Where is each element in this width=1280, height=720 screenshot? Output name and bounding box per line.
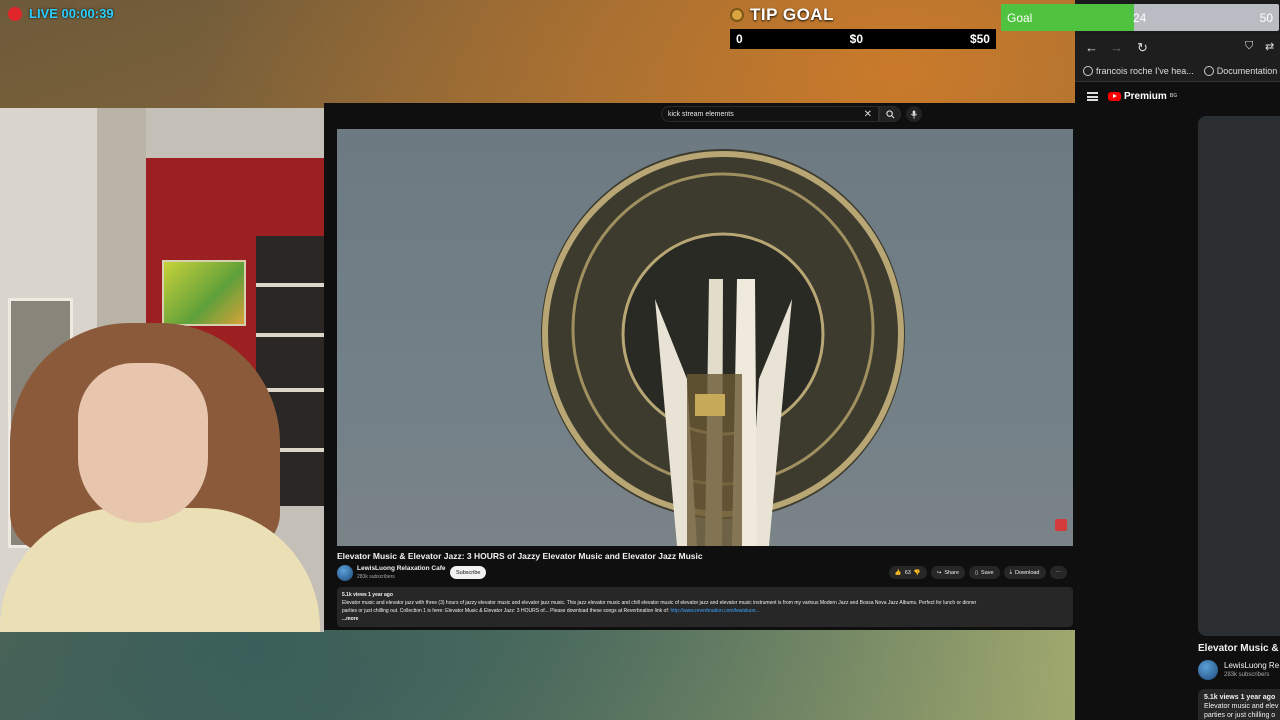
- side-channel-avatar[interactable]: [1198, 660, 1218, 680]
- globe-icon: [1203, 65, 1214, 76]
- bookmarks-bar: francois roche I've hea... Documentation…: [1075, 60, 1280, 82]
- share-button[interactable]: ↪ Share: [930, 566, 966, 579]
- search-input[interactable]: kick stream elements ✕: [661, 106, 879, 122]
- channel-row: LewisLuong Relaxation Cafe 283k subscrib…: [337, 564, 1073, 582]
- more-actions-button[interactable]: ⋯: [1049, 566, 1067, 579]
- side-channel-subs: 283k subscribers: [1224, 672, 1270, 678]
- description-line-2: parties or just chilling out. Collection…: [342, 607, 1068, 615]
- thumbs-down-icon[interactable]: 👎: [914, 570, 921, 576]
- side-video-player[interactable]: [1198, 116, 1280, 636]
- description-text: parties or just chilling out. Collection…: [342, 608, 444, 614]
- bookmark-label: Documentation —: [1216, 65, 1280, 76]
- bookmark-francois[interactable]: francois roche I've hea...: [1083, 65, 1194, 76]
- side-video-description[interactable]: 5.1k views 1 year ago Elevator music and…: [1198, 689, 1280, 720]
- forward-arrow-icon[interactable]: →: [1110, 40, 1123, 55]
- money-bag-icon: [730, 8, 744, 22]
- bookmark-icon: ▯: [975, 569, 979, 576]
- goal-label: Goal: [1007, 11, 1033, 25]
- subscribe-button[interactable]: Subscribe: [450, 566, 487, 579]
- streamer-face: [78, 363, 208, 523]
- download-label: Download: [1015, 569, 1040, 576]
- shield-icon[interactable]: ⛉: [1245, 40, 1253, 53]
- stream-elements-icon[interactable]: [1055, 519, 1067, 531]
- like-button[interactable]: 👍 63 👎: [888, 566, 927, 579]
- description-video-link[interactable]: Elevator Music & Elevator Jazz: 3 HOURS …: [445, 608, 549, 614]
- globe-icon: [1083, 65, 1093, 76]
- goal-progress-bar: Goal 24 50: [1001, 4, 1279, 31]
- share-icon: ↪: [936, 569, 942, 576]
- clear-search-icon[interactable]: ✕: [864, 109, 872, 120]
- side-desc-line-2: parties or just chilling o: [1204, 712, 1276, 719]
- menu-icon[interactable]: [1087, 91, 1098, 101]
- extensions-icon[interactable]: ⇄: [1265, 40, 1274, 53]
- search-query: kick stream elements: [668, 110, 734, 118]
- save-button[interactable]: ▯ Save: [969, 566, 1000, 579]
- bookmark-label: francois roche I've hea...: [1096, 65, 1194, 76]
- save-label: Save: [981, 569, 994, 576]
- channel-name[interactable]: LewisLuong Relaxation Cafe: [357, 565, 446, 572]
- download-button[interactable]: ⤓ Download: [1003, 566, 1046, 579]
- description-line-1: Elevator music and elevator jazz with th…: [342, 600, 977, 606]
- space-needle-frame: [541, 149, 905, 546]
- channel-avatar[interactable]: [337, 565, 353, 581]
- search-button[interactable]: [879, 106, 901, 122]
- like-count: 63: [904, 569, 911, 576]
- youtube-play-icon: [1108, 91, 1121, 101]
- search-icon: [885, 109, 894, 118]
- video-meta: 5.1k views 1 year ago: [342, 592, 393, 598]
- video-actions: 👍 63 👎 ↪ Share ▯ Save ⤓ Download ⋯: [888, 566, 1067, 579]
- premium-label: Premium: [1124, 90, 1167, 102]
- description-download-text: Please download these songs at Reverbnat…: [550, 608, 670, 614]
- side-channel-name[interactable]: LewisLuong Re: [1224, 661, 1279, 670]
- webcam-feed: [0, 108, 324, 632]
- more-dots-icon: ⋯: [1055, 569, 1062, 576]
- goal-target: 50: [1259, 11, 1273, 25]
- microphone-icon: [910, 109, 918, 119]
- tip-goal-middle: $0: [849, 32, 863, 46]
- browser-window: ← → ↻ ⛉ ⇄ francois roche I've hea... Doc…: [1075, 0, 1280, 720]
- tip-goal-widget: TIP GOAL 0 $0 $50: [730, 4, 996, 49]
- premium-country: BG: [1169, 93, 1178, 99]
- goal-current: 24: [1133, 11, 1147, 25]
- video-player[interactable]: [337, 129, 1073, 546]
- thumbs-up-icon: 👍: [894, 569, 902, 576]
- live-indicator: LIVE 00:00:39: [8, 6, 114, 21]
- reload-icon[interactable]: ↻: [1137, 40, 1148, 56]
- tip-goal-bar: 0 $0 $50: [730, 29, 996, 49]
- download-icon: ⤓: [1009, 569, 1013, 575]
- youtube-window: kick stream elements ✕ Elevator Music & …: [324, 103, 1075, 630]
- live-dot-icon: [8, 6, 22, 21]
- streamer: [0, 323, 320, 632]
- channel-subscribers: 283k subscribers: [357, 574, 395, 580]
- side-desc-line-1: Elevator music and elev: [1204, 703, 1279, 710]
- bookmark-documentation[interactable]: Documentation —: [1203, 65, 1280, 76]
- voice-search-button[interactable]: [906, 106, 922, 122]
- share-label: Share: [944, 569, 960, 576]
- show-more-link[interactable]: ...more: [342, 615, 1068, 623]
- side-video-meta: 5.1k views 1 year ago: [1204, 694, 1276, 701]
- live-timer: LIVE 00:00:39: [29, 6, 114, 21]
- youtube-header: Premium BG: [1075, 84, 1280, 108]
- description-url[interactable]: http://www.reverbnation.com/lewisluon...: [671, 608, 760, 614]
- tip-goal-title: TIP GOAL: [750, 5, 834, 24]
- wall-painting: [162, 260, 246, 326]
- tip-goal-right: $50: [969, 32, 990, 46]
- tip-goal-left: 0: [736, 32, 743, 46]
- back-arrow-icon[interactable]: ←: [1085, 40, 1098, 55]
- youtube-premium-logo[interactable]: Premium BG: [1108, 91, 1177, 102]
- shelf-board: [256, 283, 324, 287]
- side-video-title: Elevator Music & E: [1198, 643, 1280, 654]
- video-title: Elevator Music & Elevator Jazz: 3 HOURS …: [337, 551, 703, 561]
- video-description[interactable]: 5.1k views 1 year ago Elevator music and…: [337, 587, 1073, 627]
